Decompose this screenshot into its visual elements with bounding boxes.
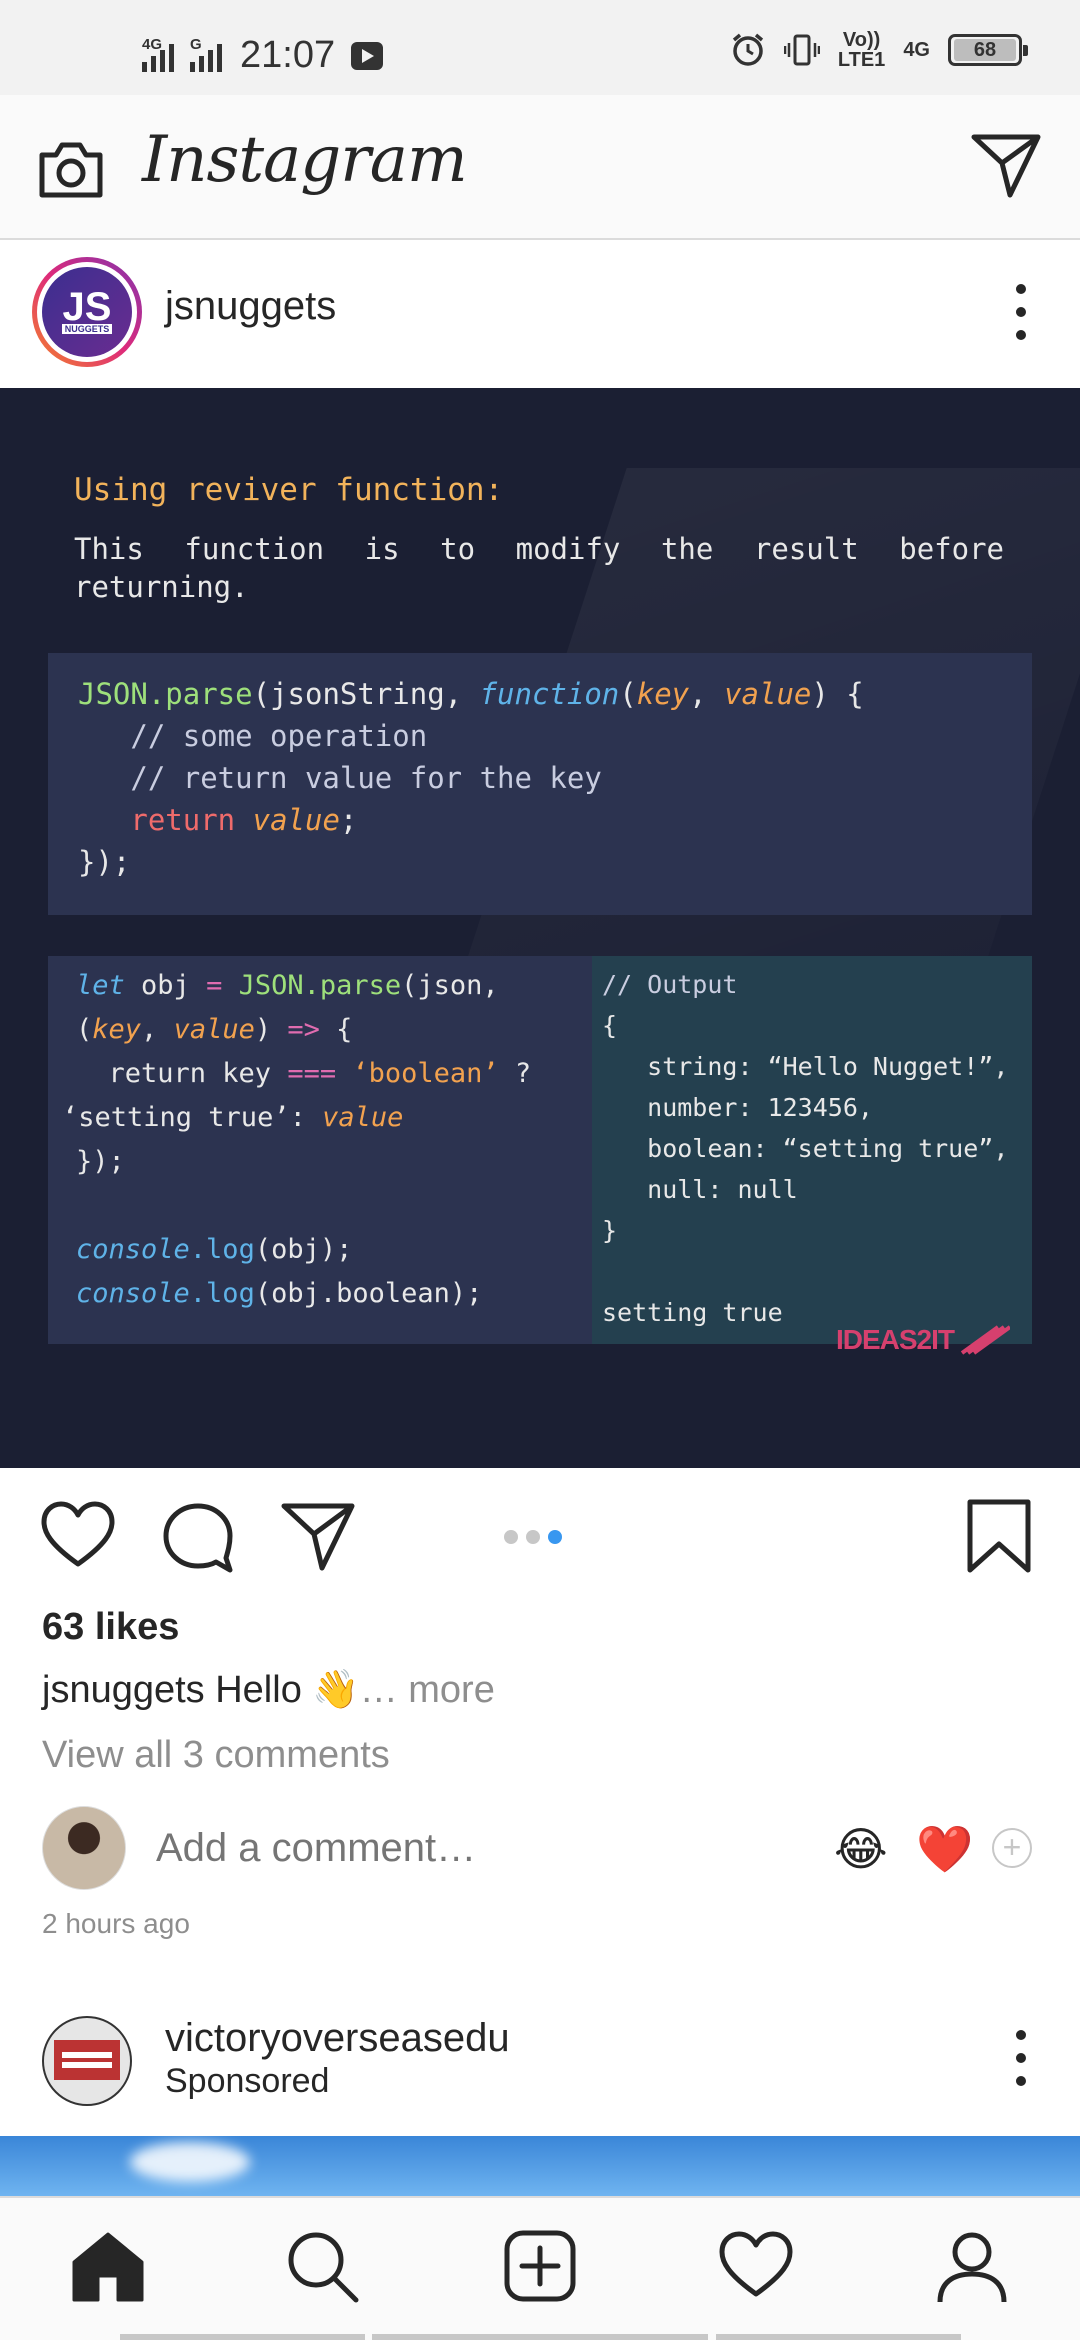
code-block-output: // Output { string: “Hello Nugget!”, num… bbox=[592, 956, 1032, 1344]
gesture-bar-center bbox=[372, 2334, 708, 2340]
heart-icon[interactable] bbox=[718, 2228, 794, 2304]
heart-icon[interactable] bbox=[40, 1498, 116, 1574]
post-image[interactable]: Using reviver function: This function is… bbox=[0, 388, 1080, 1468]
battery-icon: 68 bbox=[948, 34, 1028, 66]
network-type-1: 4G bbox=[142, 35, 163, 53]
image-description: This function is to modify the result be… bbox=[74, 532, 1004, 566]
youtube-notification-icon bbox=[351, 41, 384, 70]
post-username[interactable]: victoryoverseasedu bbox=[165, 2016, 510, 2061]
avatar-text: JS bbox=[62, 285, 112, 329]
post-actions bbox=[0, 1468, 1080, 1598]
caption-more-link[interactable]: … more bbox=[360, 1669, 495, 1711]
code-block-example: let obj = JSON.parse(json, (key, value) … bbox=[48, 956, 592, 1344]
caption-username[interactable]: jsnuggets bbox=[42, 1669, 205, 1711]
laugh-emoji-button[interactable]: 😂 bbox=[834, 1822, 888, 1876]
network-type-2: G bbox=[190, 35, 202, 53]
post-header: JS NUGGETS jsnuggets bbox=[0, 240, 1080, 388]
carousel-indicator bbox=[504, 1530, 562, 1544]
add-comment-row: 😂 ❤️ + bbox=[0, 1806, 1080, 1894]
app-logo: Instagram bbox=[142, 123, 468, 197]
brand-mark-icon bbox=[960, 1325, 1010, 1355]
volte-indicator: Vo)) LTE1 bbox=[838, 30, 885, 70]
status-left: 4G G 21:07 bbox=[142, 34, 384, 77]
share-icon[interactable] bbox=[280, 1498, 356, 1574]
add-post-icon[interactable] bbox=[502, 2228, 578, 2304]
caption-text: Hello 👋 bbox=[204, 1669, 360, 1711]
comment-input[interactable] bbox=[156, 1826, 756, 1871]
profile-icon[interactable] bbox=[934, 2228, 1010, 2304]
brand-logo: IDEAS2IT bbox=[836, 1323, 1010, 1357]
bottom-navigation bbox=[0, 2196, 1080, 2340]
camera-icon[interactable] bbox=[36, 139, 106, 199]
status-bar: 4G G 21:07 Vo)) LTE1 4G 68 bbox=[0, 0, 1080, 95]
image-description-2: returning. bbox=[74, 570, 249, 604]
comment-icon[interactable] bbox=[160, 1498, 236, 1574]
next-post-image[interactable] bbox=[0, 2136, 1080, 2196]
status-right: Vo)) LTE1 4G 68 bbox=[730, 30, 1028, 70]
more-options-icon[interactable] bbox=[1014, 2030, 1028, 2086]
search-icon[interactable] bbox=[284, 2228, 360, 2304]
more-options-icon[interactable] bbox=[1014, 284, 1028, 340]
sponsored-label[interactable]: Sponsored bbox=[165, 2062, 329, 2101]
vibrate-icon bbox=[783, 34, 820, 66]
send-icon[interactable] bbox=[970, 131, 1042, 199]
caption: jsnuggets Hello 👋… more bbox=[42, 1668, 495, 1712]
avatar-image: JS NUGGETS bbox=[42, 267, 132, 357]
network-type-3: 4G bbox=[903, 39, 930, 61]
add-emoji-icon[interactable]: + bbox=[992, 1828, 1032, 1868]
code-block-syntax: JSON.parse(jsonString, function(key, val… bbox=[48, 653, 1032, 915]
avatar[interactable] bbox=[42, 2016, 132, 2106]
app-header: Instagram bbox=[0, 95, 1080, 240]
clock: 21:07 bbox=[240, 34, 336, 76]
next-post-header: victoryoverseasedu Sponsored bbox=[0, 2000, 1080, 2140]
volte-label: Vo)) bbox=[842, 29, 881, 51]
lte-label: LTE1 bbox=[837, 49, 886, 71]
brand-name: IDEAS2IT bbox=[835, 1324, 955, 1355]
home-icon[interactable] bbox=[70, 2228, 146, 2304]
bookmark-icon[interactable] bbox=[964, 1498, 1034, 1574]
signal-icon-2: G bbox=[190, 36, 222, 72]
avatar[interactable]: JS NUGGETS bbox=[32, 257, 142, 367]
alarm-icon bbox=[732, 33, 764, 66]
view-all-comments-link[interactable]: View all 3 comments bbox=[42, 1734, 390, 1777]
signal-icon: 4G bbox=[142, 36, 174, 72]
post-username[interactable]: jsnuggets bbox=[165, 284, 336, 329]
likes-count[interactable]: 63 likes bbox=[42, 1606, 179, 1649]
heart-emoji-button[interactable]: ❤️ bbox=[916, 1822, 973, 1877]
gesture-bar-left bbox=[120, 2334, 365, 2340]
avatar-subtext: NUGGETS bbox=[61, 324, 113, 334]
post-timestamp: 2 hours ago bbox=[42, 1908, 190, 1939]
image-title: Using reviver function: bbox=[74, 472, 504, 508]
avatar-border: JS NUGGETS bbox=[37, 262, 137, 362]
battery-level: 68 bbox=[954, 39, 1016, 61]
gesture-bar-right bbox=[716, 2334, 961, 2340]
my-avatar bbox=[42, 1806, 126, 1890]
